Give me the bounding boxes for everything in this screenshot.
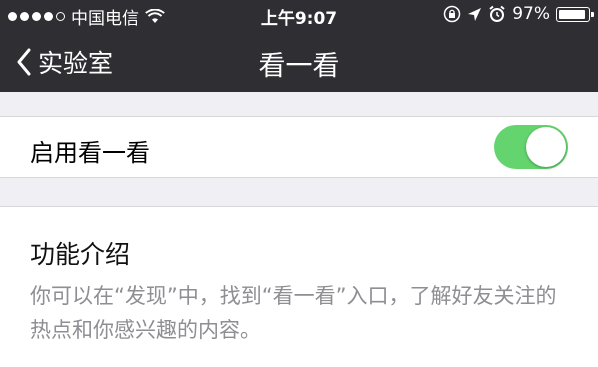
back-button[interactable]: 实验室 [16,44,113,80]
chevron-left-icon [17,48,31,76]
location-arrow-icon [468,7,482,21]
alarm-icon [489,5,505,22]
top-header: 中国电信 上午9:07 97% 实验室 看一看 [0,0,598,92]
status-bar: 中国电信 上午9:07 97% [0,0,598,30]
battery-icon [556,6,594,22]
feature-info-section: 功能介绍 你可以在“发现”中，找到“看一看”入口，了解好友关注的热点和你感兴趣的… [0,206,598,367]
feature-info-title: 功能介绍 [30,240,131,269]
enable-setting-row: 启用看一看 [0,116,598,178]
battery-percent: 97% [512,4,550,24]
feature-info-description: 你可以在“发现”中，找到“看一看”入口，了解好友关注的热点和你感兴趣的内容。 [30,284,557,342]
rotation-lock-icon [443,5,461,23]
toggle-knob [526,127,566,167]
enable-toggle-label: 启用看一看 [30,139,150,167]
back-button-label: 实验室 [38,49,114,78]
enable-toggle-switch[interactable] [494,125,568,169]
navigation-bar: 实验室 看一看 [0,30,598,92]
